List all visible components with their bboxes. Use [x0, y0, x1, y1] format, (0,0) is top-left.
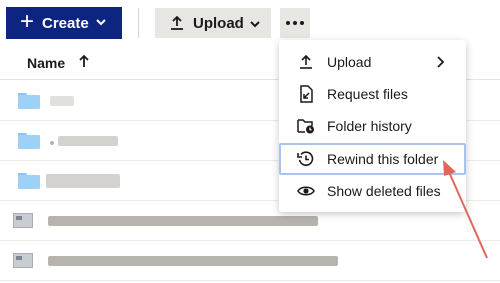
redacted-name [46, 174, 120, 188]
menu-item-folder-history[interactable]: Folder history [279, 110, 466, 142]
upload-button[interactable]: Upload [155, 8, 271, 38]
menu-item-label: Rewind this folder [327, 151, 439, 167]
toolbar-divider [138, 8, 139, 38]
menu-item-show-deleted-files[interactable]: Show deleted files [279, 175, 466, 207]
eye-icon [296, 181, 316, 201]
more-actions-button[interactable] [280, 8, 310, 38]
menu-item-request-files[interactable]: Request files [279, 78, 466, 110]
rewind-icon [296, 149, 316, 169]
sort-ascending-icon[interactable] [78, 54, 90, 71]
menu-item-label: Upload [327, 54, 372, 70]
chevron-down-icon [96, 17, 106, 29]
redacted-name [50, 141, 54, 145]
folder-icon [18, 133, 40, 149]
upload-icon [171, 15, 183, 30]
file-thumbnail-icon [13, 213, 33, 228]
folder-history-icon [296, 116, 316, 136]
dot [293, 21, 297, 25]
redacted-name [58, 136, 118, 146]
dot [286, 21, 290, 25]
create-button[interactable]: + Create [6, 7, 122, 39]
menu-item-rewind-this-folder[interactable]: Rewind this folder [279, 143, 466, 175]
redacted-name [50, 96, 74, 106]
chevron-right-icon [436, 55, 445, 71]
upload-button-label: Upload [193, 14, 244, 32]
menu-item-label: Folder history [327, 118, 412, 134]
request-files-icon [296, 84, 316, 104]
menu-item-label: Show deleted files [327, 183, 441, 199]
table-row[interactable] [0, 241, 500, 281]
create-button-label: Create [42, 14, 89, 32]
folder-icon [18, 173, 40, 189]
file-thumbnail-icon [13, 253, 33, 268]
redacted-name [48, 256, 338, 266]
redacted-name [48, 216, 318, 226]
menu-item-label: Request files [327, 86, 408, 102]
column-header-name[interactable]: Name [27, 55, 65, 71]
more-actions-menu: Upload Request files Folder history Rewi… [279, 40, 466, 212]
dot [300, 21, 304, 25]
folder-icon [18, 93, 40, 109]
upload-icon [296, 52, 316, 72]
menu-item-upload[interactable]: Upload [279, 46, 466, 78]
plus-icon: + [20, 8, 35, 35]
chevron-down-icon [250, 15, 268, 32]
